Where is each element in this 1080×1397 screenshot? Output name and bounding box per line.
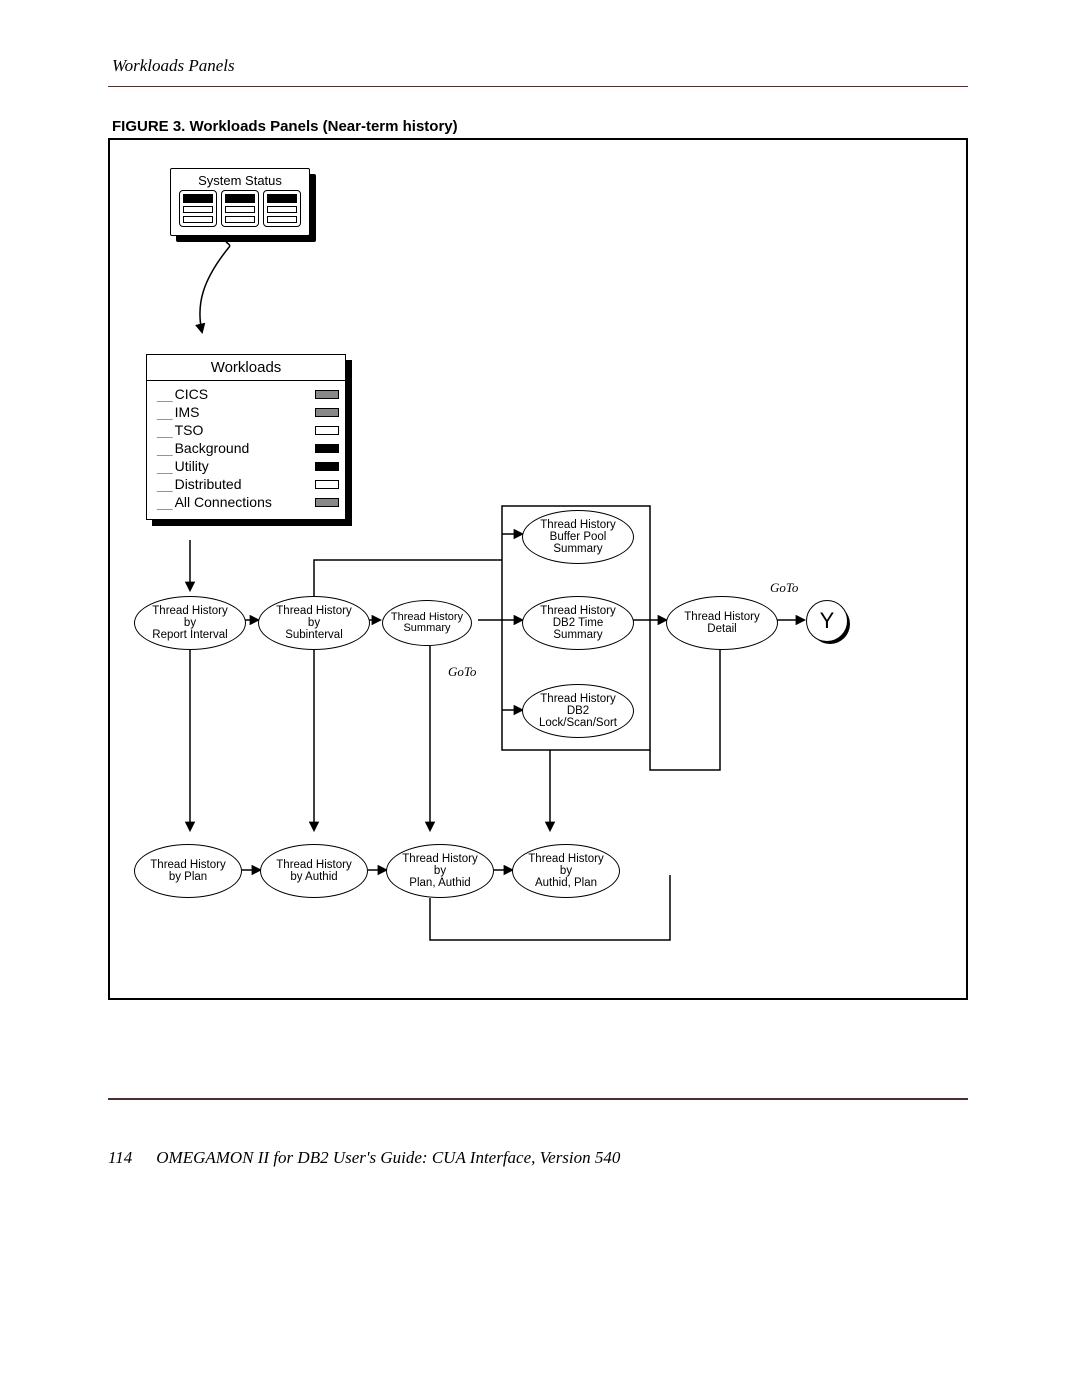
workloads-item: __Distributed xyxy=(157,475,339,493)
header-rule xyxy=(108,86,968,87)
node-th-by-authid-plan: Thread History by Authid, Plan xyxy=(512,844,620,898)
system-status-title: System Status xyxy=(177,173,303,188)
workloads-item: __CICS xyxy=(157,385,339,403)
goto-label: GoTo xyxy=(448,664,476,680)
workloads-item: __Background xyxy=(157,439,339,457)
goto-label: GoTo xyxy=(770,580,798,596)
figure-caption: FIGURE 3. Workloads Panels (Near-term hi… xyxy=(112,118,458,135)
node-y: Y xyxy=(806,600,848,642)
running-head: Workloads Panels xyxy=(112,56,235,76)
workloads-title: Workloads xyxy=(147,355,345,381)
node-th-by-authid: Thread History by Authid xyxy=(260,844,368,898)
node-th-summary: Thread History Summary xyxy=(382,600,472,646)
workloads-item: __All Connections xyxy=(157,493,339,511)
workloads-panel: Workloads __CICS__IMS__TSO__Background__… xyxy=(146,354,346,520)
footer: 114 OMEGAMON II for DB2 User's Guide: CU… xyxy=(108,1148,620,1168)
node-th-subinterval: Thread History by Subinterval xyxy=(258,596,370,650)
workloads-item: __Utility xyxy=(157,457,339,475)
diagram-frame: System Status Workloads __CICS__IMS__TSO… xyxy=(108,138,968,1000)
system-status-block: System Status xyxy=(170,168,310,236)
node-th-detail: Thread History Detail xyxy=(666,596,778,650)
node-th-lock-scan-sort: Thread History DB2 Lock/Scan/Sort xyxy=(522,684,634,738)
node-th-report-interval: Thread History by Report Interval xyxy=(134,596,246,650)
node-th-buffer-pool: Thread History Buffer Pool Summary xyxy=(522,510,634,564)
workloads-item: __IMS xyxy=(157,403,339,421)
document-page: Workloads Panels FIGURE 3. Workloads Pan… xyxy=(0,0,1080,1397)
node-th-db2-time: Thread History DB2 Time Summary xyxy=(522,596,634,650)
page-number: 114 xyxy=(108,1148,132,1168)
footer-title: OMEGAMON II for DB2 User's Guide: CUA In… xyxy=(156,1148,620,1168)
workloads-item: __TSO xyxy=(157,421,339,439)
footer-rule xyxy=(108,1098,968,1100)
node-th-by-plan: Thread History by Plan xyxy=(134,844,242,898)
node-th-by-plan-authid: Thread History by Plan, Authid xyxy=(386,844,494,898)
